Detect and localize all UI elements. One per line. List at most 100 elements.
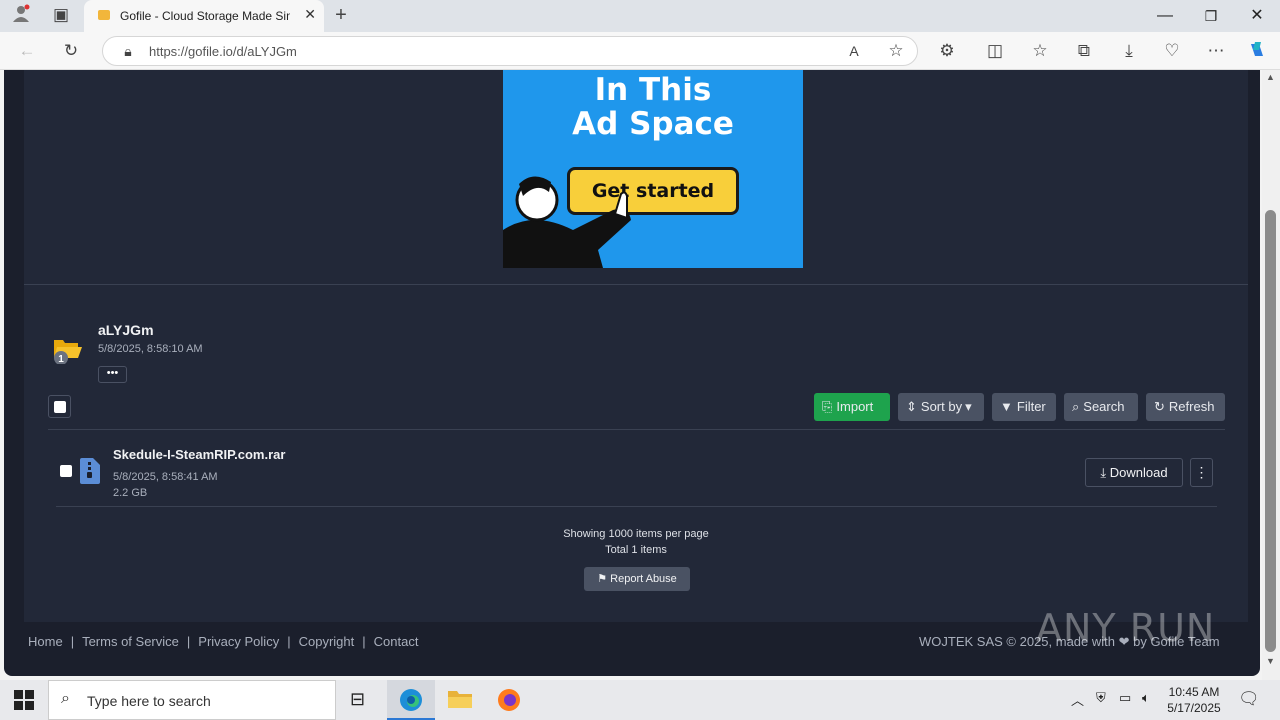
clock-date: 5/17/2025 — [1167, 701, 1221, 715]
refresh-button[interactable]: ↻ Refresh — [1146, 393, 1225, 421]
search-magnifier-icon: ⌕ — [61, 690, 70, 707]
edge-taskbar-icon[interactable] — [387, 680, 435, 720]
tray-security-icon[interactable]: ⛨ — [1096, 690, 1106, 706]
list-divider-bottom — [56, 506, 1217, 507]
section-divider — [24, 284, 1248, 285]
file-name[interactable]: Skedule-I-SteamRIP.com.rar — [113, 447, 285, 462]
footer-separator: | — [70, 634, 75, 649]
collections-icon[interactable]: ⧉ — [1071, 40, 1097, 62]
sort-by-button[interactable]: ⇕ Sort by ▾ — [898, 393, 984, 421]
lock-icon[interactable]: 🔒︎ — [115, 40, 141, 62]
footer-separator: | — [186, 634, 191, 649]
clock-time: 10:45 AM — [1168, 685, 1220, 699]
footer-separator: | — [362, 634, 366, 649]
footer-link-copyright[interactable]: Copyright — [299, 634, 355, 649]
sort-icon: ⇕ — [906, 399, 917, 414]
report-abuse-button[interactable]: ⚑ Report Abuse — [584, 567, 690, 591]
report-abuse-label: Report Abuse — [610, 573, 677, 585]
content-panel: In This Ad Space Get started 1 aLYJGm 5/… — [24, 70, 1248, 622]
split-screen-icon[interactable]: ◫ — [982, 40, 1008, 62]
scroll-up-icon[interactable]: ▲ — [1266, 72, 1275, 82]
items-per-page-text: Showing 1000 items per page — [563, 528, 709, 540]
settings-more-icon[interactable]: ⋯ — [1203, 40, 1229, 62]
favorites-icon[interactable]: ☆ — [1027, 40, 1053, 62]
web-page: In This Ad Space Get started 1 aLYJGm 5/… — [0, 70, 1262, 680]
select-all-checkbox-wrapper[interactable] — [48, 395, 71, 418]
extensions-icon[interactable]: ⚙ — [934, 40, 960, 62]
footer-link-contact[interactable]: Contact — [374, 634, 419, 649]
scroll-thumb[interactable] — [1265, 210, 1276, 652]
volume-icon[interactable]: 🔈︎ — [1142, 690, 1150, 706]
favorite-star-icon[interactable]: ☆ — [883, 40, 909, 62]
reload-icon[interactable]: ↻ — [58, 40, 84, 62]
archive-file-icon — [80, 458, 100, 489]
file-explorer-icon[interactable] — [448, 688, 472, 715]
profile-icon[interactable] — [8, 4, 34, 28]
scroll-down-icon[interactable]: ▼ — [1266, 656, 1275, 666]
page-scrollbar[interactable]: ▲ ▼ — [1262, 70, 1280, 680]
folder-date: 5/8/2025, 8:58:10 AM — [98, 343, 203, 355]
caret-down-icon: ▾ — [965, 399, 972, 414]
download-icon: ⤓ — [1100, 465, 1107, 480]
filter-icon: ▼ — [1000, 399, 1013, 414]
read-aloud-icon[interactable]: A — [841, 40, 867, 62]
window-close-icon[interactable]: ✕ — [1234, 4, 1280, 28]
footer-link-home[interactable]: Home — [28, 634, 63, 649]
tab-close-icon[interactable]: ✕ — [304, 6, 316, 23]
downloads-icon[interactable]: ⤓ — [1116, 40, 1142, 62]
windows-taskbar: ⌕ Type here to search ⊟ ︿ ⛨ ▭ 🔈︎ 10:45 A… — [0, 680, 1280, 720]
footer-link-terms[interactable]: Terms of Service — [82, 634, 179, 649]
sort-by-label: Sort by — [920, 399, 963, 414]
filter-button[interactable]: ▼ Filter — [992, 393, 1056, 421]
windows-start-icon[interactable] — [14, 690, 34, 715]
browser-tab-bar: ▣ Gofile - Cloud Storage Made Sim ✕ + — … — [0, 0, 1280, 32]
taskbar-search-placeholder: Type here to search — [87, 693, 211, 709]
page-frame: In This Ad Space Get started 1 aLYJGm 5/… — [4, 70, 1260, 676]
search-button[interactable]: ⌕ Search — [1064, 393, 1138, 421]
minimize-icon[interactable]: — — [1142, 4, 1188, 28]
restore-icon[interactable]: ❐ — [1188, 4, 1234, 28]
filter-label: Filter — [1016, 399, 1046, 414]
ad-headline-2: Ad Space — [572, 106, 734, 142]
back-icon[interactable]: ← — [14, 40, 40, 62]
ad-person-illustration — [503, 176, 631, 268]
notifications-icon[interactable]: 🗨︎ — [1238, 689, 1260, 709]
footer-link-privacy[interactable]: Privacy Policy — [198, 634, 279, 649]
download-button[interactable]: ⤓ Download — [1085, 458, 1183, 487]
file-size: 2.2 GB — [113, 487, 148, 499]
task-view-icon[interactable]: ⊟ — [350, 689, 365, 710]
ad-banner[interactable]: In This Ad Space Get started — [503, 70, 803, 268]
tab-actions-icon[interactable]: ▣ — [48, 4, 74, 26]
total-items-text: Total 1 items — [605, 544, 667, 556]
search-icon: ⌕ — [1072, 399, 1080, 414]
anyrun-watermark: ANY RUN — [1036, 606, 1216, 650]
download-label: Download — [1109, 465, 1168, 480]
taskbar-search-box[interactable]: ⌕ Type here to search — [48, 680, 336, 720]
browser-essentials-icon[interactable]: ♡ — [1159, 40, 1185, 62]
search-label: Search — [1083, 399, 1125, 414]
ad-headline-1: In This — [594, 72, 712, 108]
folder-name: aLYJGm — [98, 322, 154, 338]
file-options-button[interactable]: ⋮ — [1190, 458, 1213, 487]
refresh-label: Refresh — [1168, 399, 1215, 414]
import-button[interactable]: ⎘ Import — [814, 393, 890, 421]
copilot-icon[interactable] — [1244, 40, 1270, 66]
folder-favicon-icon — [98, 10, 110, 20]
footer-links: Home | Terms of Service | Privacy Policy | Cop… — [28, 634, 418, 649]
tab-gofile[interactable]: Gofile - Cloud Storage Made Sim ✕ — [84, 0, 324, 32]
flag-icon: ⚑ — [597, 573, 608, 585]
list-divider-top — [48, 429, 1225, 430]
file-checkbox[interactable] — [60, 465, 72, 477]
new-tab-icon[interactable]: + — [328, 4, 354, 26]
folder-open-icon: 1 — [52, 334, 82, 369]
import-icon: ⎘ — [822, 399, 833, 414]
network-icon[interactable]: ▭ — [1119, 690, 1131, 706]
address-bar[interactable]: 🔒︎ https://gofile.io/d/aLYJGm A ☆ — [102, 36, 918, 66]
select-all-checkbox[interactable] — [54, 401, 66, 413]
tray-chevron-icon[interactable]: ︿ — [1071, 690, 1084, 709]
folder-options-button[interactable]: ••• — [98, 366, 127, 383]
import-label: Import — [836, 399, 874, 414]
taskbar-clock[interactable]: 10:45 AM 5/17/2025 — [1162, 684, 1226, 716]
folder-count-badge: 1 — [58, 354, 64, 364]
firefox-icon[interactable] — [497, 688, 521, 717]
